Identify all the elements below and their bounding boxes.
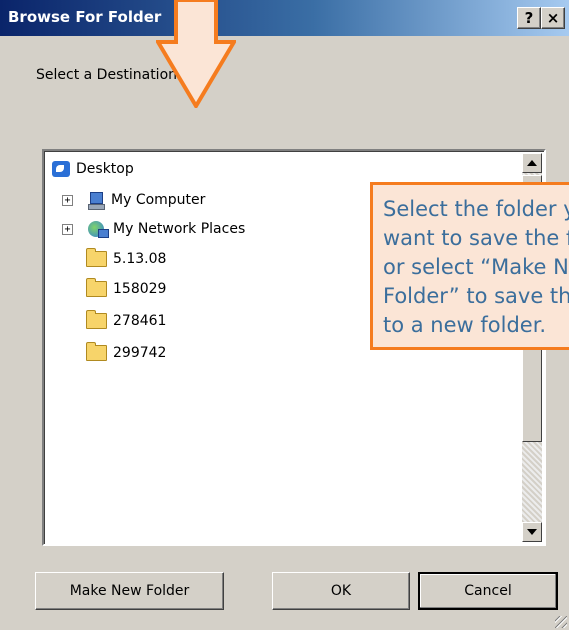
network-places-icon (87, 220, 109, 238)
scroll-up-button[interactable] (522, 153, 542, 173)
cancel-button[interactable]: Cancel (418, 572, 558, 610)
tree-item-folder[interactable]: 299742 (86, 342, 167, 361)
tree-item-my-network-places[interactable]: + My Network Places (62, 220, 245, 238)
my-computer-icon (87, 191, 105, 210)
close-button[interactable]: × (541, 7, 565, 29)
arrow-up-icon (527, 160, 537, 166)
tree-item-folder[interactable]: 158029 (86, 278, 167, 297)
help-button[interactable]: ? (517, 7, 541, 29)
folder-icon (86, 342, 107, 361)
expand-toggle[interactable]: + (62, 194, 73, 206)
ok-button[interactable]: OK (272, 572, 410, 610)
folder-icon (86, 278, 107, 297)
tree-item-label: 5.13.08 (113, 251, 167, 267)
desktop-icon (52, 161, 70, 177)
tree-item-label: 278461 (113, 313, 167, 329)
annotation-arrow-shape (156, 0, 236, 108)
tree-item-my-computer[interactable]: + My Computer (62, 191, 206, 210)
scroll-down-button[interactable] (522, 522, 542, 542)
tree-item-folder[interactable]: 5.13.08 (86, 248, 167, 267)
tree-item-folder[interactable]: 278461 (86, 310, 167, 329)
callout-line: Folder” to save the files (383, 283, 569, 308)
make-new-folder-button[interactable]: Make New Folder (35, 572, 224, 610)
tree-item-label: Desktop (76, 161, 134, 177)
callout-line: want to save the files to (383, 225, 569, 250)
folder-icon (86, 310, 107, 329)
window-title: Browse For Folder (8, 8, 162, 26)
annotation-arrow (156, 0, 236, 108)
tree-item-label: My Network Places (113, 221, 246, 237)
arrow-down-icon (527, 529, 537, 535)
annotation-callout: Select the folder you want to save the f… (370, 182, 569, 350)
tree-item-label: 299742 (113, 345, 167, 361)
resize-grip[interactable] (555, 616, 567, 628)
folder-icon (86, 248, 107, 267)
callout-line: or select “Make New (383, 254, 569, 279)
callout-line: Select the folder you (383, 197, 569, 221)
tree-item-desktop[interactable]: Desktop (52, 161, 134, 177)
expand-toggle[interactable]: + (62, 223, 73, 235)
help-icon: ? (524, 9, 534, 27)
tree-item-label: 158029 (113, 281, 167, 297)
tree-item-label: My Computer (111, 192, 206, 208)
title-bar: Browse For Folder ? × (0, 0, 569, 36)
callout-line: to a new folder. (383, 312, 547, 337)
close-icon: × (546, 9, 560, 27)
